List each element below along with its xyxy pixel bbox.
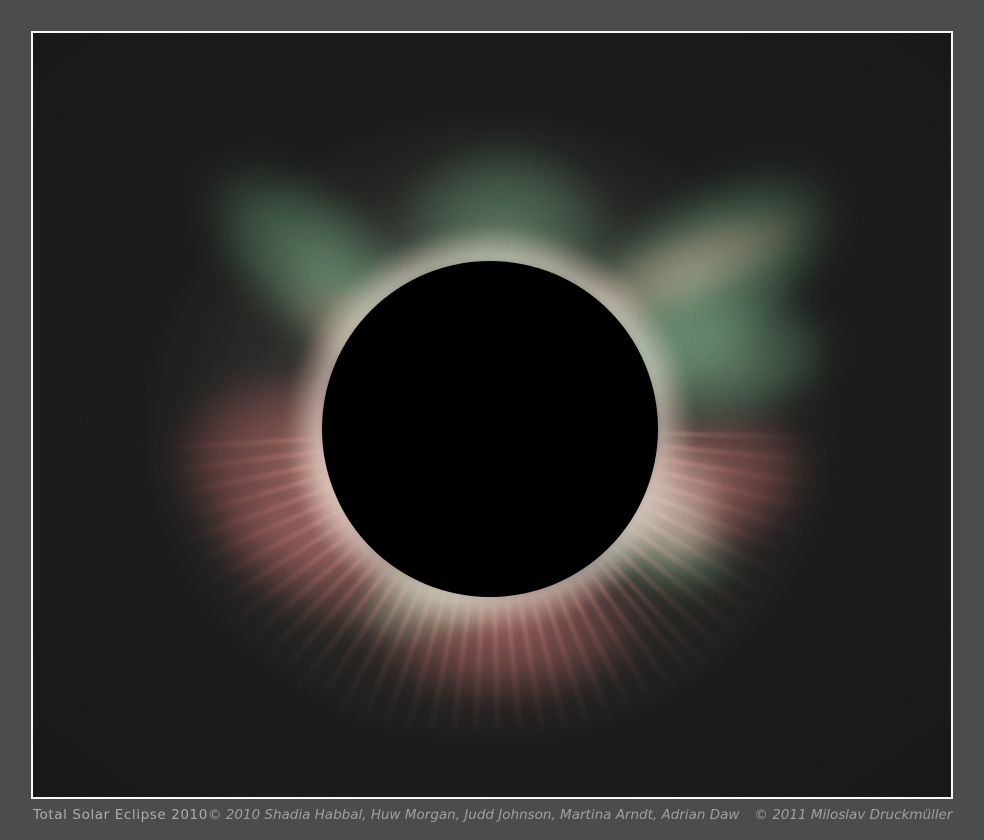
- eclipse-photo-frame: [31, 31, 953, 799]
- photo-title: Total Solar Eclipse 2010: [33, 807, 208, 823]
- photo-credits: © 2010 Shadia Habbal, Huw Morgan, Judd J…: [208, 807, 952, 823]
- credit-processing: © 2011 Miloslav Druckmüller: [754, 807, 952, 823]
- credit-observers: © 2010 Shadia Habbal, Huw Morgan, Judd J…: [208, 807, 739, 823]
- eclipse-photo: [33, 33, 951, 797]
- caption-bar: Total Solar Eclipse 2010 © 2010 Shadia H…: [33, 807, 952, 823]
- moon-disk: [322, 261, 658, 597]
- page-background: Total Solar Eclipse 2010 © 2010 Shadia H…: [0, 0, 984, 840]
